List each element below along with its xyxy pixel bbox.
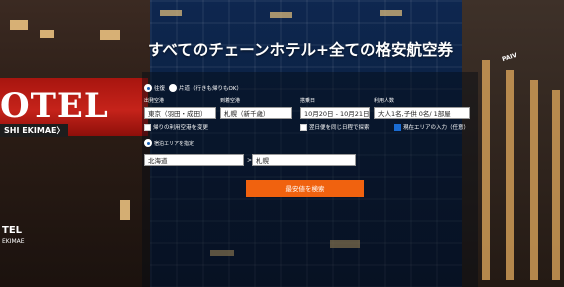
departure-label: 出発空港 [144,98,165,104]
checkbox-icon[interactable] [144,123,151,131]
facade-light [482,60,490,280]
hotel-sign-lower: TEL [2,225,23,236]
facade-light [506,70,514,280]
guests-field[interactable]: 大人1名,子供 0名/ 1部屋 [374,107,470,119]
hotel-area-option[interactable]: 宿泊エリアを指定 [144,139,194,147]
window-light [40,30,54,38]
facade-light [552,90,560,280]
dates-label: 搭乗日 [300,98,316,104]
prefecture-field[interactable]: 北海道 [144,154,244,166]
window-light [10,20,28,30]
hotel-sign-lower-sub: EKIMAE [2,238,25,245]
current-area-check[interactable]: 現在エリアの入力（任意） [394,123,469,131]
window-light [270,12,292,18]
hotel-area-option-label: 宿泊エリアを指定 [154,140,195,147]
radio-selected-icon[interactable] [144,84,152,92]
window-light [380,10,402,16]
hotel-sign-subtext: SHI EKIMAE〉 [0,124,69,137]
city-field[interactable]: 札幌 [252,154,356,166]
next-day-return-label: 翌日便を同じ日程で探索 [309,125,370,131]
checkbox-checked-icon[interactable] [394,123,401,131]
hero-banner: OTEL SHI EKIMAE〉 TEL EKIMAE PAIV すべてのチェー… [0,0,564,287]
radio-unselected-icon[interactable] [169,84,178,92]
change-return-airport-label: 帰りの利用空港を変更 [153,125,209,131]
facade-light [530,80,538,280]
search-button[interactable]: 最安値を検索 [246,180,364,197]
arrival-field[interactable]: 札幌（新千歳） [220,107,292,119]
trip-type-roundtrip-label: 往復 [154,86,166,92]
trip-type-roundtrip[interactable]: 往復 [144,84,165,92]
window-light [120,200,130,220]
guests-label: 利用人数 [374,98,395,104]
trip-type-oneway[interactable]: 片道（行きも帰りもOK） [169,84,242,92]
left-hotel-building: OTEL SHI EKIMAE〉 TEL EKIMAE [0,0,152,287]
change-return-airport-check[interactable]: 帰りの利用空港を変更 [144,123,208,131]
trip-type-oneway-label: 片道（行きも帰りもOK） [179,86,242,92]
next-day-return-check[interactable]: 翌日便を同じ日程で探索 [300,123,370,131]
window-light [160,10,182,16]
radio-selected-icon[interactable] [144,139,152,147]
current-area-label: 現在エリアの入力（任意） [403,125,470,131]
right-hotel-sign: PAIV [501,51,519,64]
checkbox-icon[interactable] [300,123,307,131]
window-light [100,30,120,40]
departure-field[interactable]: 東京（羽田・成田） [144,107,216,119]
trip-type-group: 往復 片道（行きも帰りもOK） [144,84,242,92]
page-headline: すべてのチェーンホテル+全ての格安航空券 [148,41,454,59]
dates-field[interactable]: 10月20日 - 10月21日 [300,107,370,119]
hotel-sign-text: OTEL [0,86,109,126]
arrival-label: 到着空港 [220,98,241,104]
